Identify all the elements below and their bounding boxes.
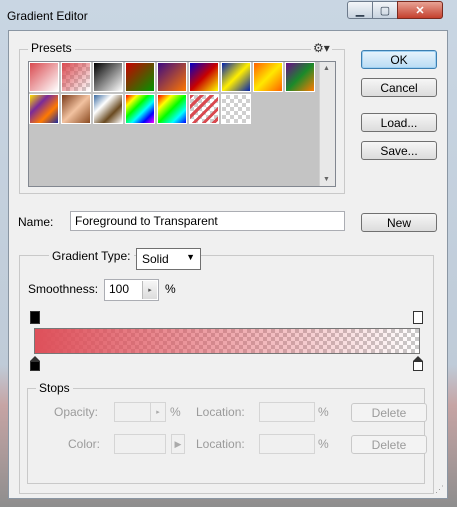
gradient-editor-window: Gradient Editor ▁ ▢ ✕ Presets ⚙▾ ▲ ▼ OK … — [0, 0, 457, 507]
opacity-location-input[interactable] — [259, 402, 315, 422]
opacity-location-label: Location: — [196, 405, 245, 419]
resize-grip-icon[interactable]: ⋰ — [435, 484, 444, 495]
preset-swatch-copper[interactable] — [61, 94, 91, 124]
scroll-up-icon[interactable]: ▲ — [323, 65, 330, 72]
title-bar[interactable]: Gradient Editor ▁ ▢ ✕ — [0, 0, 457, 30]
preset-swatch-transparent-rainbow[interactable] — [157, 94, 187, 124]
minimize-button[interactable]: ▁ — [347, 1, 373, 19]
preset-swatch-chrome[interactable] — [93, 94, 123, 124]
preset-swatch-violet-orange[interactable] — [157, 62, 187, 92]
preset-swatch-blue-yellow-blue[interactable] — [221, 62, 251, 92]
dialog-client-area: Presets ⚙▾ ▲ ▼ OK Cancel Load... Save...… — [8, 30, 448, 499]
presets-label: Presets — [28, 41, 75, 55]
preset-swatch-foreground-to-transparent[interactable] — [61, 62, 91, 92]
ok-button[interactable]: OK — [361, 50, 437, 69]
opacity-spin-icon[interactable]: ▸ — [150, 403, 165, 421]
preset-swatch-orange-yellow-orange[interactable] — [253, 62, 283, 92]
maximize-icon: ▢ — [379, 4, 391, 17]
stops-group: Stops Opacity: ▸ % Location: % Delete Co… — [27, 381, 427, 484]
presets-menu-icon[interactable]: ⚙▾ — [311, 41, 332, 55]
maximize-button[interactable]: ▢ — [372, 1, 398, 19]
color-swatch[interactable] — [114, 434, 166, 454]
minimize-icon: ▁ — [355, 4, 365, 17]
presets-group: Presets ⚙▾ ▲ ▼ — [19, 41, 345, 194]
opacity-unit: % — [170, 405, 181, 419]
stops-label: Stops — [36, 381, 73, 395]
preset-swatch-red-green[interactable] — [125, 62, 155, 92]
color-location-unit: % — [318, 437, 329, 451]
presets-list[interactable]: ▲ ▼ — [28, 61, 336, 187]
opacity-label: Opacity: — [54, 405, 99, 419]
name-input[interactable]: Foreground to Transparent — [70, 211, 345, 231]
preset-swatch-blue-red-yellow[interactable] — [189, 62, 219, 92]
color-location-input[interactable] — [259, 434, 315, 454]
name-label: Name: — [18, 215, 54, 229]
preset-swatch-foreground-to-background[interactable] — [29, 62, 59, 92]
new-button[interactable]: New — [361, 213, 437, 232]
preset-swatch-yellow-violet-orange-blue[interactable] — [29, 94, 59, 124]
color-location-label: Location: — [196, 437, 245, 451]
preset-swatch-transparent-stripes[interactable] — [189, 94, 219, 124]
load-button[interactable]: Load... — [361, 113, 437, 132]
stops-container: Stops Opacity: ▸ % Location: % Delete Co… — [19, 255, 434, 494]
opacity-delete-button[interactable]: Delete — [351, 403, 427, 422]
preset-swatch-neutral-density[interactable] — [221, 94, 251, 124]
cancel-button[interactable]: Cancel — [361, 78, 437, 97]
preset-swatch-black-white[interactable] — [93, 62, 123, 92]
color-arrow-icon[interactable]: ▶ — [171, 434, 185, 454]
opacity-location-unit: % — [318, 405, 329, 419]
close-icon: ✕ — [415, 4, 425, 17]
color-delete-button[interactable]: Delete — [351, 435, 427, 454]
presets-scrollbar[interactable]: ▲ ▼ — [319, 62, 335, 186]
opacity-input[interactable]: ▸ — [114, 402, 166, 422]
save-button[interactable]: Save... — [361, 141, 437, 160]
color-label: Color: — [68, 437, 101, 451]
swatch-grid — [29, 62, 320, 186]
window-title: Gradient Editor — [7, 9, 88, 23]
close-button[interactable]: ✕ — [397, 1, 443, 19]
scroll-down-icon[interactable]: ▼ — [323, 176, 330, 183]
preset-swatch-spectrum[interactable] — [125, 94, 155, 124]
preset-swatch-violet-green-orange[interactable] — [285, 62, 315, 92]
